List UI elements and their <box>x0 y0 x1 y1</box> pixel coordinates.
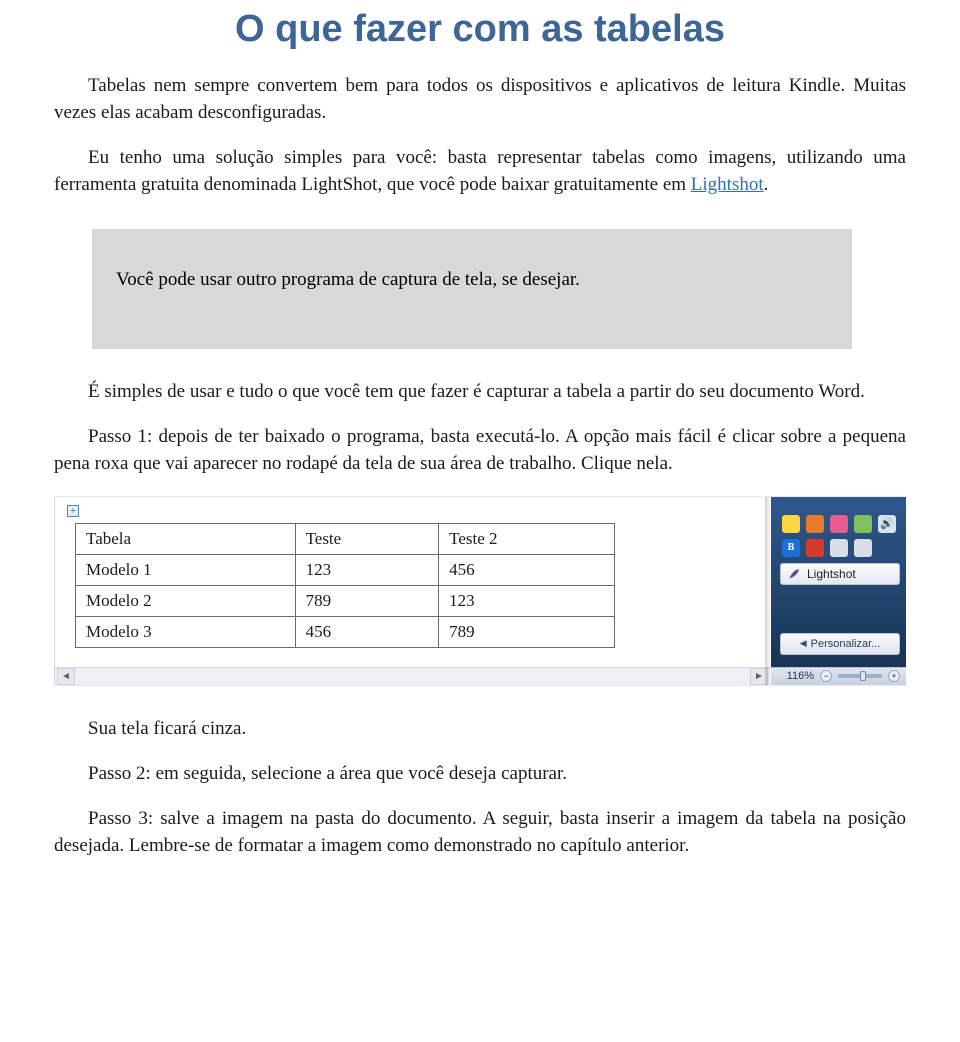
zoom-thumb[interactable] <box>860 671 866 681</box>
chevron-left-icon: ◀ <box>800 638 807 649</box>
lightshot-tooltip[interactable]: Lightshot <box>780 563 900 585</box>
screenshot-figure: + Tabela Teste Teste 2 Modelo 1 123 456 … <box>54 496 906 686</box>
callout-box: Você pode usar outro programa de captura… <box>92 229 852 349</box>
tray-icon[interactable] <box>782 515 800 533</box>
sample-table: Tabela Teste Teste 2 Modelo 1 123 456 Mo… <box>75 523 615 648</box>
tray-icon[interactable] <box>854 515 872 533</box>
paragraph-step-2: Passo 2: em seguida, selecione a área qu… <box>54 761 906 788</box>
paragraph-simple: É simples de usar e tudo o que você tem … <box>54 379 906 406</box>
table-row: Modelo 1 123 456 <box>76 554 615 585</box>
desktop-strip: 🔊 B Lightshot ◀ Personalizar... <box>771 497 906 685</box>
zoom-value: 116% <box>787 670 814 682</box>
zoom-control: 116% − + <box>771 667 906 685</box>
personalize-label: Personalizar... <box>811 638 881 650</box>
table-header-cell: Tabela <box>76 523 296 554</box>
table-cell: Modelo 1 <box>76 554 296 585</box>
table-header-cell: Teste <box>295 523 439 554</box>
paragraph-step-3: Passo 3: salve a imagem na pasta do docu… <box>54 806 906 860</box>
scroll-left-icon[interactable]: ◄ <box>57 668 75 685</box>
table-cell: Modelo 3 <box>76 616 296 647</box>
table-cell: 123 <box>295 554 439 585</box>
tray-icon[interactable] <box>830 515 848 533</box>
tray-icon[interactable] <box>830 539 848 557</box>
table-cell: 123 <box>439 585 615 616</box>
paragraph-solution-text-a: Eu tenho uma solução simples para você: … <box>54 147 906 195</box>
tray-icon[interactable] <box>806 515 824 533</box>
document-page: O que fazer com as tabelas Tabelas nem s… <box>0 0 960 918</box>
bluetooth-icon[interactable]: B <box>782 539 800 557</box>
paragraph-solution-text-b: . <box>764 174 769 195</box>
tray-icon[interactable] <box>806 539 824 557</box>
zoom-out-button[interactable]: − <box>820 670 832 682</box>
paragraph-intro: Tabelas nem sempre convertem bem para to… <box>54 73 906 127</box>
table-cell: Modelo 2 <box>76 585 296 616</box>
feather-icon <box>787 567 801 581</box>
table-cell: 456 <box>439 554 615 585</box>
table-cell: 789 <box>295 585 439 616</box>
table-row: Tabela Teste Teste 2 <box>76 523 615 554</box>
table-cell: 456 <box>295 616 439 647</box>
lightshot-label: Lightshot <box>807 567 856 581</box>
zoom-in-button[interactable]: + <box>888 670 900 682</box>
personalize-button[interactable]: ◀ Personalizar... <box>780 633 900 655</box>
lightshot-link[interactable]: Lightshot <box>691 174 764 195</box>
table-row: Modelo 3 456 789 <box>76 616 615 647</box>
table-row: Modelo 2 789 123 <box>76 585 615 616</box>
system-tray: 🔊 B <box>778 511 900 561</box>
horizontal-scrollbar[interactable]: ◄ ► <box>55 667 770 685</box>
paragraph-step-1: Passo 1: depois de ter baixado o program… <box>54 424 906 478</box>
table-cell: 789 <box>439 616 615 647</box>
speaker-icon[interactable]: 🔊 <box>878 515 896 533</box>
page-title: O que fazer com as tabelas <box>54 8 906 51</box>
tray-icon[interactable] <box>854 539 872 557</box>
zoom-slider[interactable] <box>838 674 882 678</box>
callout-text: Você pode usar outro programa de captura… <box>116 269 580 290</box>
paragraph-solution: Eu tenho uma solução simples para você: … <box>54 145 906 199</box>
table-header-cell: Teste 2 <box>439 523 615 554</box>
paragraph-gray-screen: Sua tela ficará cinza. <box>54 716 906 743</box>
table-handle-icon: + <box>67 505 79 517</box>
